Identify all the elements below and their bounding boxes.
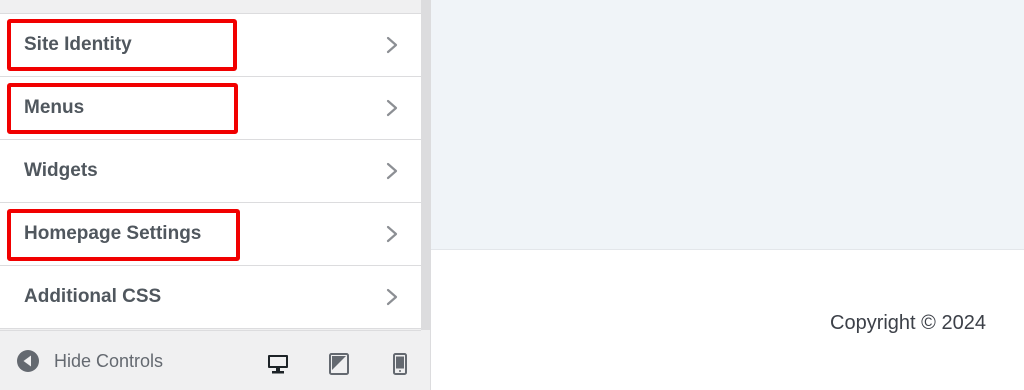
menu-item-label: Menus — [24, 97, 85, 118]
menu-item-menus[interactable]: Menus — [0, 77, 421, 140]
hide-controls-button[interactable]: Hide Controls — [16, 331, 163, 390]
menu-item-widgets[interactable]: Widgets — [0, 140, 421, 203]
menu-item-homepage-settings[interactable]: Homepage Settings — [0, 203, 421, 266]
copyright-text: Copyright © 2024 — [830, 312, 986, 334]
customizer-menu: Site Identity Menus Widgets Homepage Set… — [0, 0, 421, 329]
mobile-icon[interactable] — [389, 353, 411, 375]
customizer-sidebar: Site Identity Menus Widgets Homepage Set… — [0, 0, 421, 390]
chevron-right-icon — [386, 288, 398, 306]
sidebar-divider — [421, 330, 430, 390]
menu-top-edge — [0, 0, 421, 14]
hide-controls-label: Hide Controls — [54, 350, 164, 371]
menu-item-additional-css[interactable]: Additional CSS — [0, 266, 421, 329]
collapse-arrow-icon — [17, 350, 39, 372]
menu-item-label: Site Identity — [24, 34, 132, 55]
customizer-footer: Hide Controls — [0, 330, 421, 390]
chevron-right-icon — [386, 36, 398, 54]
tablet-icon[interactable] — [328, 353, 350, 375]
chevron-right-icon — [386, 99, 398, 117]
sidebar-scrollbar[interactable] — [421, 0, 430, 330]
desktop-icon[interactable] — [267, 353, 289, 375]
menu-item-site-identity[interactable]: Site Identity — [0, 14, 421, 77]
chevron-right-icon — [386, 225, 398, 243]
chevron-right-icon — [386, 162, 398, 180]
site-preview-content — [431, 0, 1024, 250]
menu-item-label: Homepage Settings — [24, 223, 202, 244]
menu-item-label: Additional CSS — [24, 286, 162, 307]
menu-item-label: Widgets — [24, 160, 98, 181]
